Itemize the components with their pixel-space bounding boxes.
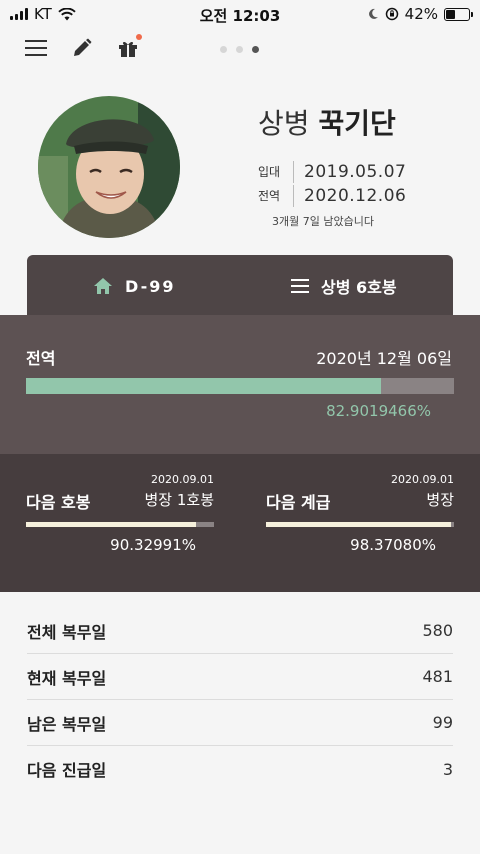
discharge-progress-percent: 82.9019466% — [326, 402, 431, 420]
gift-icon[interactable] — [116, 34, 142, 60]
next-rank-fill — [266, 522, 451, 527]
discharge-label: 전역 — [258, 185, 294, 207]
next-step-label: 다음 호봉 — [26, 493, 91, 512]
rank-text: 상병 — [258, 107, 310, 140]
next-step-fill — [26, 522, 196, 527]
stat-label: 다음 진급일 — [27, 761, 107, 780]
battery-icon — [444, 7, 473, 21]
home-icon — [94, 278, 112, 294]
next-rank-bar — [266, 522, 454, 527]
page-dot[interactable] — [220, 46, 227, 53]
next-step-percent: 90.32991% — [110, 536, 196, 554]
enlist-date: 2019.05.07 — [304, 162, 407, 182]
page-indicator — [220, 46, 259, 53]
status-right: 42% — [367, 5, 473, 23]
stat-row-next-promotion: 다음 진급일 3 — [27, 746, 453, 792]
stat-value: 3 — [442, 759, 453, 779]
discharge-progress-label: 전역 — [26, 349, 56, 368]
service-dates: 입대 2019.05.07 전역 2020.12.06 — [258, 160, 406, 208]
stat-value: 481 — [422, 667, 453, 686]
next-step-block: 2020.09.01 다음 호봉 병장 1호봉 90.32991% — [26, 454, 214, 592]
stat-row-total: 전체 복무일 580 — [27, 608, 453, 654]
discharge-row: 전역 2020.12.06 — [258, 184, 406, 208]
notification-dot — [136, 34, 142, 40]
stat-label: 전체 복무일 — [27, 622, 107, 642]
enlist-label: 입대 — [258, 161, 294, 183]
next-step-bar — [26, 522, 214, 527]
next-step-target: 병장 1호봉 — [144, 491, 214, 509]
pencil-icon[interactable] — [70, 36, 94, 60]
stat-label: 남은 복무일 — [27, 714, 107, 734]
stat-row-current: 현재 복무일 481 — [27, 654, 453, 700]
summary-card: D-99 상병 6호봉 — [27, 255, 453, 317]
stat-value: 580 — [422, 621, 453, 640]
rank-list-icon — [291, 279, 309, 293]
rotation-lock-icon — [385, 7, 398, 21]
next-progress-section: 2020.09.01 다음 호봉 병장 1호봉 90.32991% 2020.0… — [0, 454, 480, 592]
next-step-date: 2020.09.01 — [151, 473, 214, 486]
next-rank-percent: 98.37080% — [350, 536, 436, 554]
next-rank-date: 2020.09.01 — [391, 473, 454, 486]
discharge-progress-bar — [26, 378, 454, 394]
profile-name: 상병 꾹기단 — [258, 102, 396, 142]
discharge-progress-date: 2020년 12월 06일 — [316, 349, 452, 368]
stat-value: 99 — [432, 713, 453, 732]
stat-row-remaining: 남은 복무일 99 — [27, 700, 453, 746]
page-dot[interactable] — [236, 46, 243, 53]
moon-icon — [368, 8, 378, 19]
dday-cell[interactable]: D-99 — [93, 255, 175, 317]
rank-step-cell[interactable]: 상병 6호봉 — [291, 255, 397, 317]
page-dot[interactable] — [252, 46, 259, 53]
discharge-progress-section: 전역 2020년 12월 06일 82.9019466% — [0, 315, 480, 454]
battery-percent: 42% — [404, 5, 438, 23]
avatar[interactable] — [38, 96, 180, 238]
top-toolbar — [24, 34, 142, 60]
next-rank-block: 2020.09.01 다음 계급 병장 98.37080% — [266, 454, 454, 592]
enlist-row: 입대 2019.05.07 — [258, 160, 406, 184]
menu-icon[interactable] — [24, 36, 48, 60]
remaining-text: 3개월 7일 남았습니다 — [272, 215, 374, 228]
next-rank-target: 병장 — [426, 491, 454, 509]
rank-step-text: 상병 6호봉 — [321, 278, 397, 297]
next-rank-label: 다음 계급 — [266, 493, 331, 512]
discharge-date: 2020.12.06 — [304, 186, 407, 206]
discharge-progress-fill — [26, 378, 381, 394]
status-bar: KT 오전 12:03 42% — [0, 0, 480, 28]
nickname-text: 꾹기단 — [318, 107, 396, 140]
stats-list: 전체 복무일 580 현재 복무일 481 남은 복무일 99 다음 진급일 3 — [27, 608, 453, 792]
dday-text: D-99 — [125, 276, 176, 296]
stat-label: 현재 복무일 — [27, 668, 107, 688]
